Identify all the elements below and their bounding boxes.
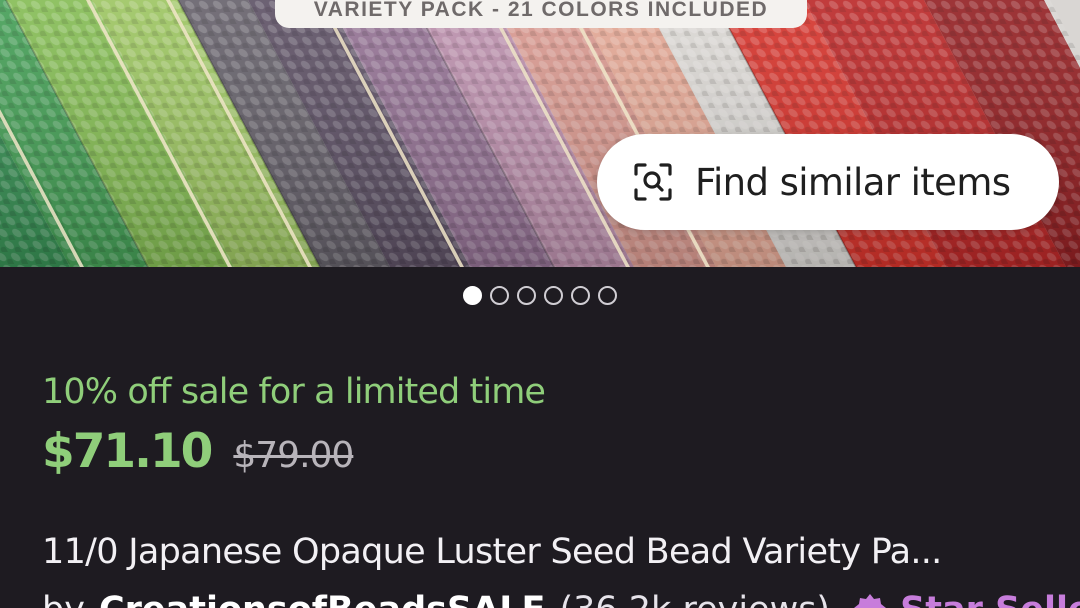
variety-pack-banner: VARIETY PACK - 21 COLORS INCLUDED — [275, 0, 807, 28]
find-similar-items-button[interactable]: Find similar items — [597, 134, 1059, 230]
carousel-dot-1[interactable] — [463, 285, 482, 305]
sale-message: 10% off sale for a limited time — [42, 372, 546, 412]
star-seller-label: Star Seller — [900, 590, 1080, 608]
listing-title[interactable]: 11/0 Japanese Opaque Luster Seed Bead Va… — [42, 532, 1052, 572]
carousel-dot-5[interactable] — [571, 285, 590, 305]
product-image[interactable]: VARIETY PACK - 21 COLORS INCLUDED Find s… — [0, 0, 1080, 267]
carousel-dot-2[interactable] — [490, 285, 509, 305]
shop-review-count: (36.2k reviews) — [559, 590, 830, 608]
carousel-dot-4[interactable] — [544, 285, 563, 305]
scan-search-icon — [633, 162, 673, 202]
find-similar-items-label: Find similar items — [695, 160, 1011, 204]
star-seller-badge: Star Seller — [852, 590, 1080, 608]
listing-page: VARIETY PACK - 21 COLORS INCLUDED Find s… — [0, 0, 1080, 608]
star-seller-icon — [852, 592, 888, 608]
shop-info-row: by CreationsofBeadsSALE (36.2k reviews) … — [42, 590, 1080, 608]
variety-pack-text: VARIETY PACK - 21 COLORS INCLUDED — [313, 0, 769, 21]
shop-name-link[interactable]: CreationsofBeadsSALE — [99, 590, 546, 608]
carousel-dot-6[interactable] — [598, 285, 617, 305]
carousel-dot-3[interactable] — [517, 285, 536, 305]
price-row: $71.10 $79.00 — [42, 424, 354, 479]
current-price: $71.10 — [42, 424, 213, 479]
image-carousel-dots — [463, 285, 617, 305]
original-price: $79.00 — [233, 435, 354, 476]
shop-prefix: by — [42, 590, 85, 608]
